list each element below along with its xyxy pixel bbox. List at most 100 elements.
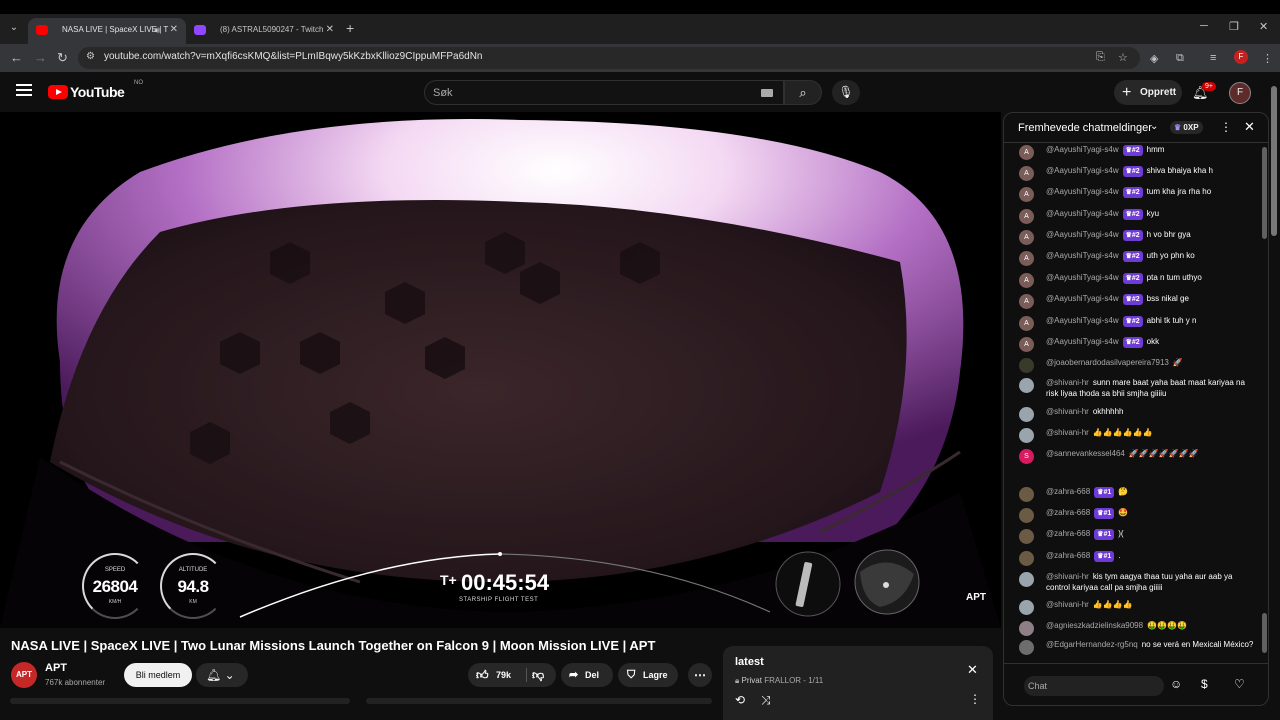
chat-author-name[interactable]: @shivani-hr: [1046, 572, 1089, 581]
create-button[interactable]: + Opprett: [1114, 80, 1182, 105]
chat-input[interactable]: [1024, 676, 1164, 696]
chat-author-avatar[interactable]: [1019, 600, 1034, 615]
new-tab-button[interactable]: +: [346, 20, 354, 36]
menu-icon[interactable]: [16, 84, 32, 98]
shuffle-icon[interactable]: ⤨: [761, 693, 771, 708]
thumbs-up-icon[interactable]: 👍︎: [476, 663, 489, 687]
media-icon[interactable]: ≡: [1210, 52, 1216, 64]
tab-twitch[interactable]: (8) ASTRAL5090247 - Twitch ✕: [186, 18, 342, 44]
chat-author-avatar[interactable]: A: [1019, 316, 1034, 331]
share-button[interactable]: ➦ Del: [561, 663, 613, 687]
like-count[interactable]: 79k: [496, 663, 511, 687]
chat-author-name[interactable]: @sannevankessel464: [1046, 449, 1125, 458]
keyboard-icon[interactable]: [761, 89, 773, 97]
channel-name[interactable]: APT: [45, 662, 67, 674]
chat-author-avatar[interactable]: [1019, 407, 1034, 422]
account-avatar[interactable]: F: [1229, 82, 1251, 104]
omnibox[interactable]: ⚙︎ youtube.com/watch?v=mXqfi6csKMQ&list=…: [78, 47, 1140, 69]
chat-author-name[interactable]: @AayushiTyagi-s4w: [1046, 337, 1119, 346]
chat-author-name[interactable]: @AayushiTyagi-s4w: [1046, 209, 1119, 218]
chat-scrollbar-thumb[interactable]: [1262, 613, 1267, 653]
chat-author-name[interactable]: @shivani-hr: [1046, 428, 1089, 437]
chat-author-avatar[interactable]: A: [1019, 230, 1034, 245]
bookmark-star-icon[interactable]: ☆: [1118, 51, 1128, 64]
chat-author-name[interactable]: @shivani-hr: [1046, 600, 1089, 609]
site-info-icon[interactable]: ⚙︎: [86, 51, 95, 62]
url-text[interactable]: youtube.com/watch?v=mXqfi6csKMQ&list=PLm…: [104, 51, 483, 62]
emoji-icon[interactable]: ☺: [1170, 677, 1182, 691]
chat-author-avatar[interactable]: [1019, 572, 1034, 587]
chat-author-avatar[interactable]: A: [1019, 145, 1034, 160]
chat-author-avatar[interactable]: [1019, 640, 1034, 655]
chat-author-avatar[interactable]: [1019, 551, 1034, 566]
chat-author-avatar[interactable]: A: [1019, 337, 1034, 352]
extension-icon[interactable]: ◈: [1150, 52, 1158, 65]
chat-author-name[interactable]: @AayushiTyagi-s4w: [1046, 251, 1119, 260]
close-window-icon[interactable]: ✕: [1259, 20, 1268, 33]
heart-icon[interactable]: ♡: [1234, 677, 1245, 691]
chat-author-name[interactable]: @EdgarHernandez-rg5nq: [1046, 640, 1138, 649]
chat-author-name[interactable]: @AayushiTyagi-s4w: [1046, 316, 1119, 325]
playlist-title[interactable]: latest: [735, 656, 764, 668]
chat-author-name[interactable]: @zahra-668: [1046, 551, 1090, 560]
close-chat-icon[interactable]: ✕: [1244, 119, 1255, 135]
video-player[interactable]: SPEED 26804 KM/H ALTITUDE 94.8 KM T+ 00:…: [0, 112, 1001, 628]
chat-author-avatar[interactable]: A: [1019, 294, 1034, 309]
more-actions-button[interactable]: ⋯: [688, 663, 712, 687]
chat-author-avatar[interactable]: A: [1019, 251, 1034, 266]
chevron-down-icon[interactable]: ⌄: [1150, 121, 1158, 132]
restore-icon[interactable]: ❐: [1229, 20, 1239, 33]
chat-author-name[interactable]: @zahra-668: [1046, 487, 1090, 496]
channel-avatar[interactable]: APT: [11, 662, 37, 688]
chat-author-name[interactable]: @AayushiTyagi-s4w: [1046, 145, 1119, 154]
chat-author-name[interactable]: @AayushiTyagi-s4w: [1046, 230, 1119, 239]
super-chat-icon[interactable]: $: [1201, 677, 1208, 691]
search-button[interactable]: ⌕: [784, 80, 822, 105]
voice-search-button[interactable]: 🎙︎: [832, 80, 860, 105]
search-input[interactable]: [433, 84, 753, 102]
puzzle-icon[interactable]: ⧉: [1176, 52, 1184, 65]
loop-icon[interactable]: ⟲: [735, 693, 745, 707]
chat-author-avatar[interactable]: [1019, 378, 1034, 393]
reload-icon[interactable]: ↻: [57, 50, 68, 66]
tab-youtube[interactable]: NASA LIVE | SpaceX LIVE | T 🔊︎ ✕: [28, 18, 186, 44]
chat-author-name[interactable]: @AayushiTyagi-s4w: [1046, 187, 1119, 196]
close-tab-icon[interactable]: ✕: [326, 18, 334, 42]
chat-author-avatar[interactable]: [1019, 358, 1034, 373]
chat-author-avatar[interactable]: [1019, 621, 1034, 636]
chat-author-avatar[interactable]: A: [1019, 187, 1034, 202]
page-scrollbar[interactable]: [1271, 86, 1277, 236]
join-button[interactable]: Bli medlem: [124, 663, 192, 687]
chat-author-name[interactable]: @AayushiTyagi-s4w: [1046, 166, 1119, 175]
chat-author-avatar[interactable]: [1019, 529, 1034, 544]
chat-author-avatar[interactable]: A: [1019, 209, 1034, 224]
install-icon[interactable]: ⎘: [1096, 51, 1105, 64]
close-tab-icon[interactable]: ✕: [170, 18, 178, 42]
chat-more-icon[interactable]: ⋮: [1220, 120, 1232, 134]
thumbs-down-icon[interactable]: 👎︎: [532, 663, 544, 687]
chat-author-name[interactable]: @zahra-668: [1046, 508, 1090, 517]
browser-menu-icon[interactable]: ⋮: [1262, 52, 1273, 65]
chat-author-avatar[interactable]: [1019, 508, 1034, 523]
forward-icon[interactable]: →: [34, 50, 47, 65]
chat-author-name[interactable]: @joaobernardodasilvapereira7913: [1046, 358, 1169, 367]
minimize-icon[interactable]: ─: [1200, 20, 1208, 32]
points-badge[interactable]: ♛ 0XP: [1170, 121, 1203, 134]
chat-scrollbar[interactable]: [1262, 147, 1267, 239]
playlist-more-icon[interactable]: ⋮: [969, 692, 981, 706]
tab-search-button[interactable]: ⌄: [6, 20, 22, 36]
subscription-bell-button[interactable]: 🔔︎ ⌄: [196, 663, 248, 687]
chat-author-avatar[interactable]: [1019, 428, 1034, 443]
chat-author-name[interactable]: @AayushiTyagi-s4w: [1046, 294, 1119, 303]
search-box[interactable]: [424, 80, 784, 105]
chat-mode-title[interactable]: Fremhevede chatmeldinger: [1018, 122, 1152, 134]
save-button[interactable]: ⛉ Lagre: [618, 663, 678, 687]
chat-author-name[interactable]: @zahra-668: [1046, 529, 1090, 538]
back-icon[interactable]: ←: [10, 50, 23, 65]
speaker-icon[interactable]: 🔊︎: [154, 18, 160, 42]
browser-profile-avatar[interactable]: F: [1234, 50, 1248, 64]
chat-author-avatar[interactable]: [1019, 487, 1034, 502]
chat-author-name[interactable]: @shivani-hr: [1046, 378, 1089, 387]
chat-author-avatar[interactable]: S: [1019, 449, 1034, 464]
chat-author-name[interactable]: @agnieszkadzielinska9098: [1046, 621, 1143, 630]
